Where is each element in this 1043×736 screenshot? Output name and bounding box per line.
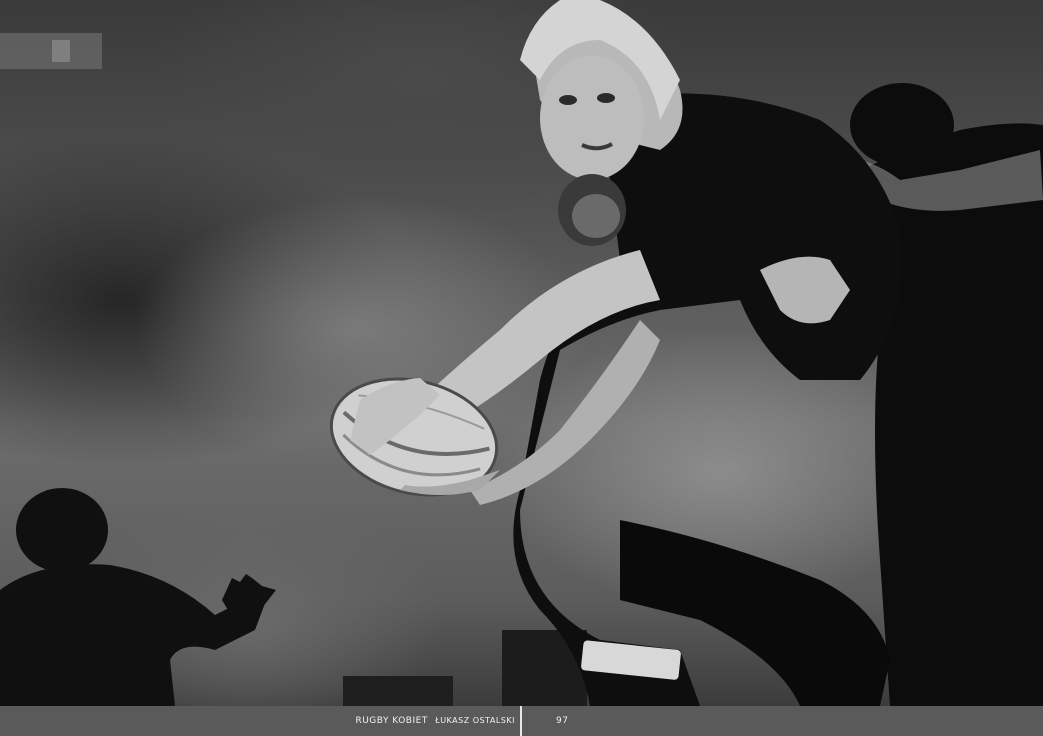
photo-illustration <box>0 0 1043 706</box>
page-number: 97 <box>556 716 569 726</box>
corner-tab-glyph <box>52 40 70 62</box>
left-player-silhouette <box>0 488 276 706</box>
central-player <box>400 0 902 706</box>
rugby-photograph <box>0 0 1043 706</box>
magazine-title: RUGBY KOBIET <box>355 716 428 726</box>
magazine-page: RUGBY KOBIET Łukasz Ostalski 97 <box>0 0 1043 736</box>
author-name: Łukasz Ostalski <box>435 716 515 725</box>
page-footer: RUGBY KOBIET Łukasz Ostalski 97 <box>0 706 1043 736</box>
footer-title: RUGBY KOBIET Łukasz Ostalski <box>355 716 515 726</box>
corner-tab <box>0 33 102 69</box>
building-left <box>343 676 453 706</box>
supporting-player-face <box>558 174 626 246</box>
footer-divider <box>520 706 522 736</box>
